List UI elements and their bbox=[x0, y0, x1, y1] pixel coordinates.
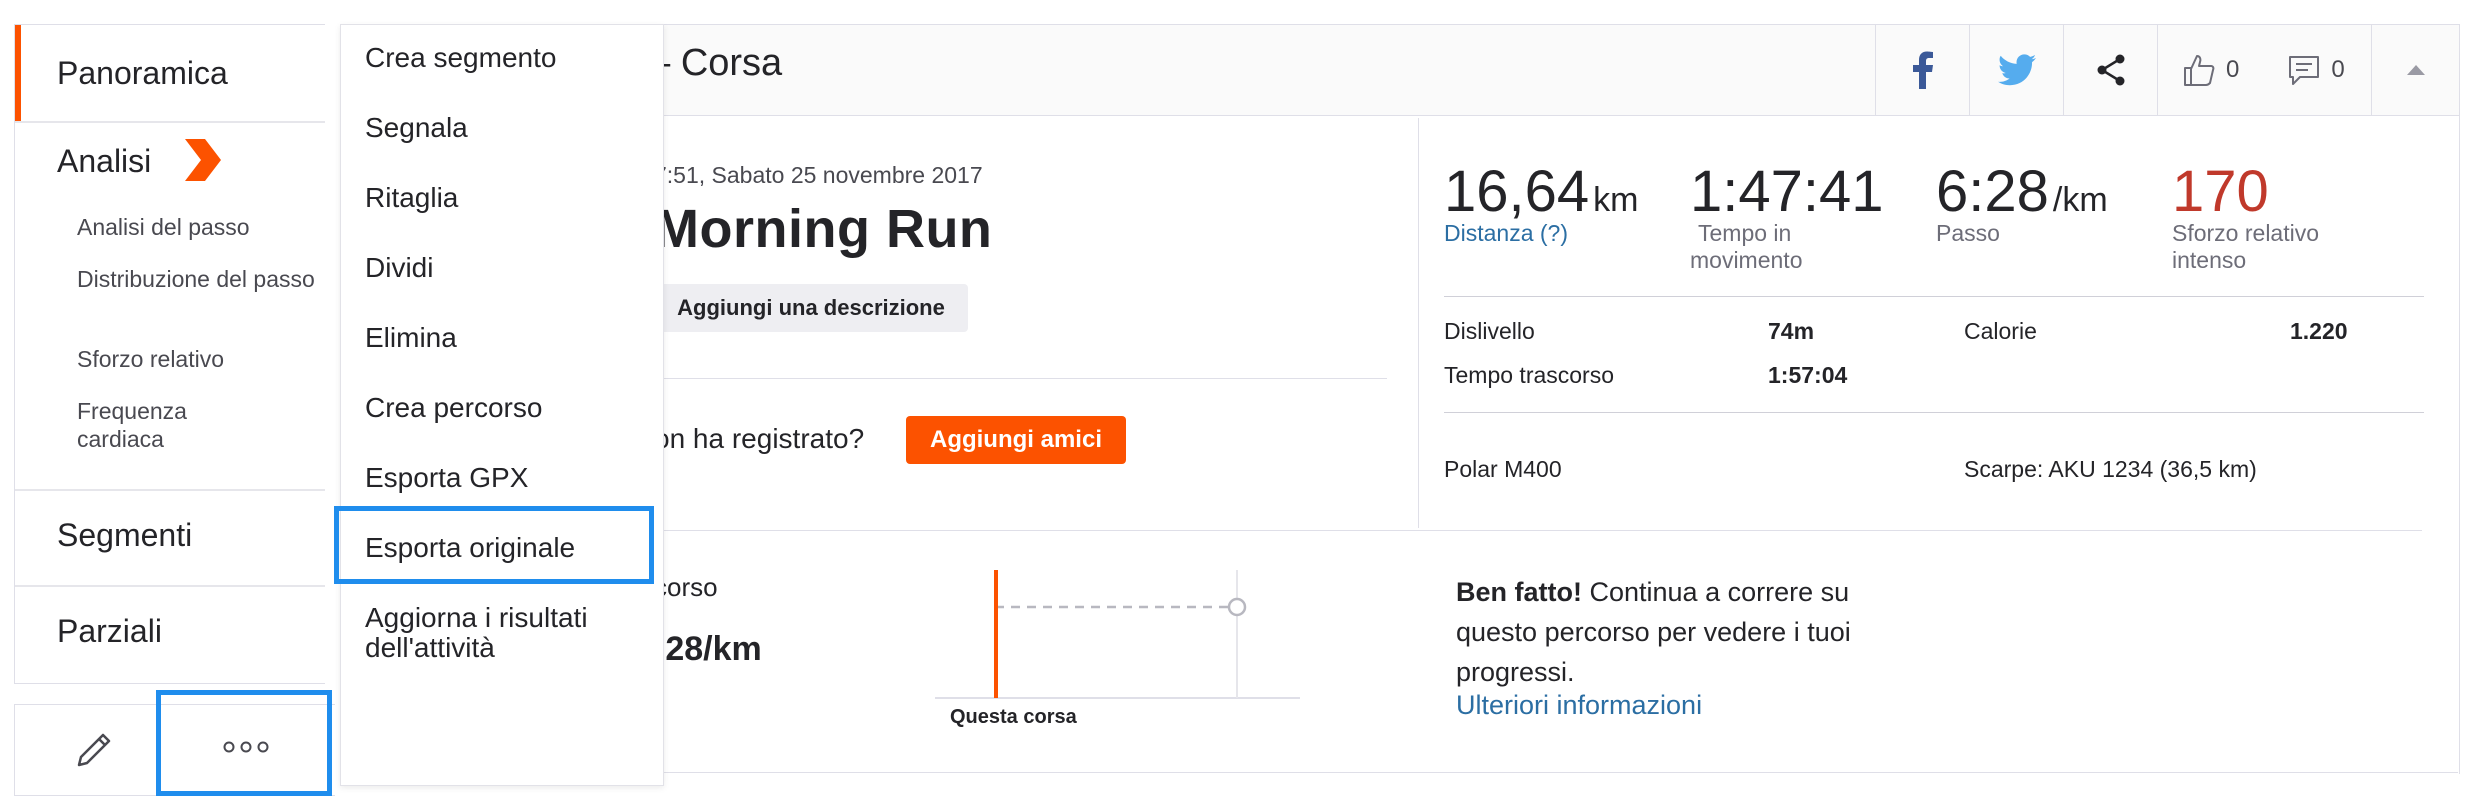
more-button-highlight[interactable] bbox=[156, 690, 332, 796]
elevation-label: Dislivello bbox=[1444, 318, 1535, 344]
sidebar-divider bbox=[15, 121, 325, 123]
sidebar-item-segments[interactable]: Segmenti bbox=[57, 517, 192, 554]
sidebar-item-splits[interactable]: Parziali bbox=[57, 613, 162, 650]
route-comparison-chart bbox=[935, 570, 1300, 699]
menu-item-export-gpx[interactable]: Esporta GPX bbox=[365, 463, 528, 493]
analysis-chevron-icon bbox=[185, 139, 221, 181]
menu-item-delete[interactable]: Elimina bbox=[365, 323, 457, 353]
activity-name: Morning Run bbox=[654, 199, 993, 259]
who-recorded-text: on ha registrato? bbox=[654, 423, 865, 454]
sidebar-divider bbox=[15, 489, 325, 491]
active-indicator bbox=[15, 25, 21, 121]
moving-time-label: Tempo in movimento bbox=[1690, 220, 1803, 273]
menu-item-flag[interactable]: Segnala bbox=[365, 113, 468, 143]
route-pace: :28/km bbox=[654, 630, 762, 668]
collapse-caret-icon bbox=[2407, 65, 2425, 75]
menu-item-create-route[interactable]: Crea percorso bbox=[365, 393, 542, 423]
add-description-button[interactable]: Aggiungi una descrizione bbox=[654, 284, 968, 332]
sidebar-subitem-heart-rate[interactable]: Frequenza cardiaca bbox=[77, 397, 277, 453]
kudos-comments-cell: 0 0 bbox=[2157, 25, 2387, 115]
edit-pencil-icon[interactable] bbox=[71, 727, 117, 773]
facebook-icon bbox=[1913, 51, 1933, 89]
pace-stat: 6:28/km bbox=[1936, 158, 2108, 225]
relative-effort-stat[interactable]: 170 bbox=[2172, 158, 2269, 225]
distance-label-link[interactable]: Distanza (?) bbox=[1444, 220, 1568, 247]
sidebar-divider bbox=[15, 585, 325, 587]
add-friends-button[interactable]: Aggiungi amici bbox=[906, 416, 1126, 464]
calories-value: 1.220 bbox=[2290, 318, 2348, 344]
menu-item-split[interactable]: Dividi bbox=[365, 253, 433, 283]
chart-caption: Questa corsa bbox=[950, 706, 1077, 728]
activity-date: 7:51, Sabato 25 novembre 2017 bbox=[654, 162, 983, 188]
sidebar-subitem-relative-effort[interactable]: Sforzo relativo bbox=[77, 345, 224, 373]
elapsed-time-label: Tempo trascorso bbox=[1444, 362, 1615, 388]
actions-dropdown-menu: Crea segmento Segnala Ritaglia Dividi El… bbox=[340, 24, 664, 786]
elapsed-time-value: 1:57:04 bbox=[1768, 362, 1848, 388]
comment-icon[interactable] bbox=[2287, 54, 2321, 86]
divider bbox=[654, 378, 1387, 379]
well-done-message: Ben fatto! Continua a correre su questo … bbox=[1456, 572, 1926, 692]
collapse-button[interactable] bbox=[2371, 25, 2460, 115]
menu-item-create-segment[interactable]: Crea segmento bbox=[365, 43, 556, 73]
divider bbox=[1418, 118, 1419, 528]
twitter-icon bbox=[1998, 54, 2036, 86]
sidebar-item-analysis[interactable]: Analisi bbox=[57, 143, 151, 180]
pace-label: Passo bbox=[1936, 220, 2000, 246]
chart-point bbox=[1227, 597, 1247, 617]
menu-item-crop[interactable]: Ritaglia bbox=[365, 183, 458, 213]
facebook-button[interactable] bbox=[1875, 25, 1970, 115]
twitter-button[interactable] bbox=[1969, 25, 2064, 115]
well-done-title: Ben fatto! bbox=[1456, 577, 1582, 607]
shoes-info[interactable]: Scarpe: AKU 1234 (36,5 km) bbox=[1964, 456, 2257, 483]
sidebar: Panoramica Analisi Analisi del passo Dis… bbox=[14, 24, 325, 684]
divider bbox=[378, 772, 2458, 773]
kudos-count: 0 bbox=[2226, 56, 2240, 83]
device-name: Polar M400 bbox=[1444, 456, 1562, 482]
more-info-link[interactable]: Ulteriori informazioni bbox=[1456, 690, 1702, 721]
share-icon bbox=[2097, 54, 2125, 86]
pace-unit: /km bbox=[2052, 181, 2108, 219]
moving-time-stat: 1:47:41 bbox=[1690, 158, 1884, 225]
divider bbox=[378, 530, 2422, 531]
divider bbox=[1444, 296, 2424, 297]
sidebar-subitem-pace-distribution[interactable]: Distribuzione del passo bbox=[77, 265, 317, 293]
export-original-highlight[interactable] bbox=[334, 506, 654, 584]
divider bbox=[1444, 412, 2424, 413]
distance-stat: 16,64 km bbox=[1444, 158, 1638, 225]
sidebar-subitem-pace-analysis[interactable]: Analisi del passo bbox=[77, 213, 250, 241]
calories-label: Calorie bbox=[1964, 318, 2037, 344]
thumbs-up-icon[interactable] bbox=[2182, 53, 2216, 87]
distance-value: 16,64 bbox=[1444, 159, 1590, 224]
relative-effort-value: 170 bbox=[2172, 159, 2269, 224]
pace-value: 6:28 bbox=[1936, 159, 2049, 224]
menu-item-refresh-results[interactable]: Aggiorna i risultati dell'attività bbox=[365, 603, 635, 663]
relative-effort-label: Sforzo relativo intenso bbox=[2172, 220, 2320, 273]
elevation-value: 74m bbox=[1768, 318, 1815, 344]
moving-time-value: 1:47:41 bbox=[1690, 159, 1884, 224]
share-button[interactable] bbox=[2063, 25, 2158, 115]
sidebar-item-overview[interactable]: Panoramica bbox=[57, 55, 228, 92]
distance-unit: km bbox=[1593, 181, 1639, 219]
comments-count: 0 bbox=[2331, 56, 2345, 83]
